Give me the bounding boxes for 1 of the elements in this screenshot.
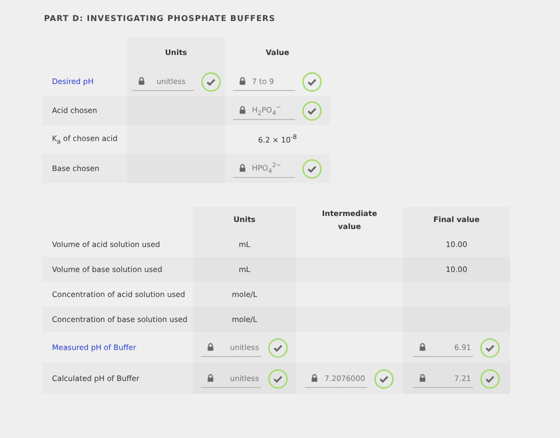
section-title: PART D: INVESTIGATING PHOSPHATE BUFFERS: [44, 14, 276, 23]
